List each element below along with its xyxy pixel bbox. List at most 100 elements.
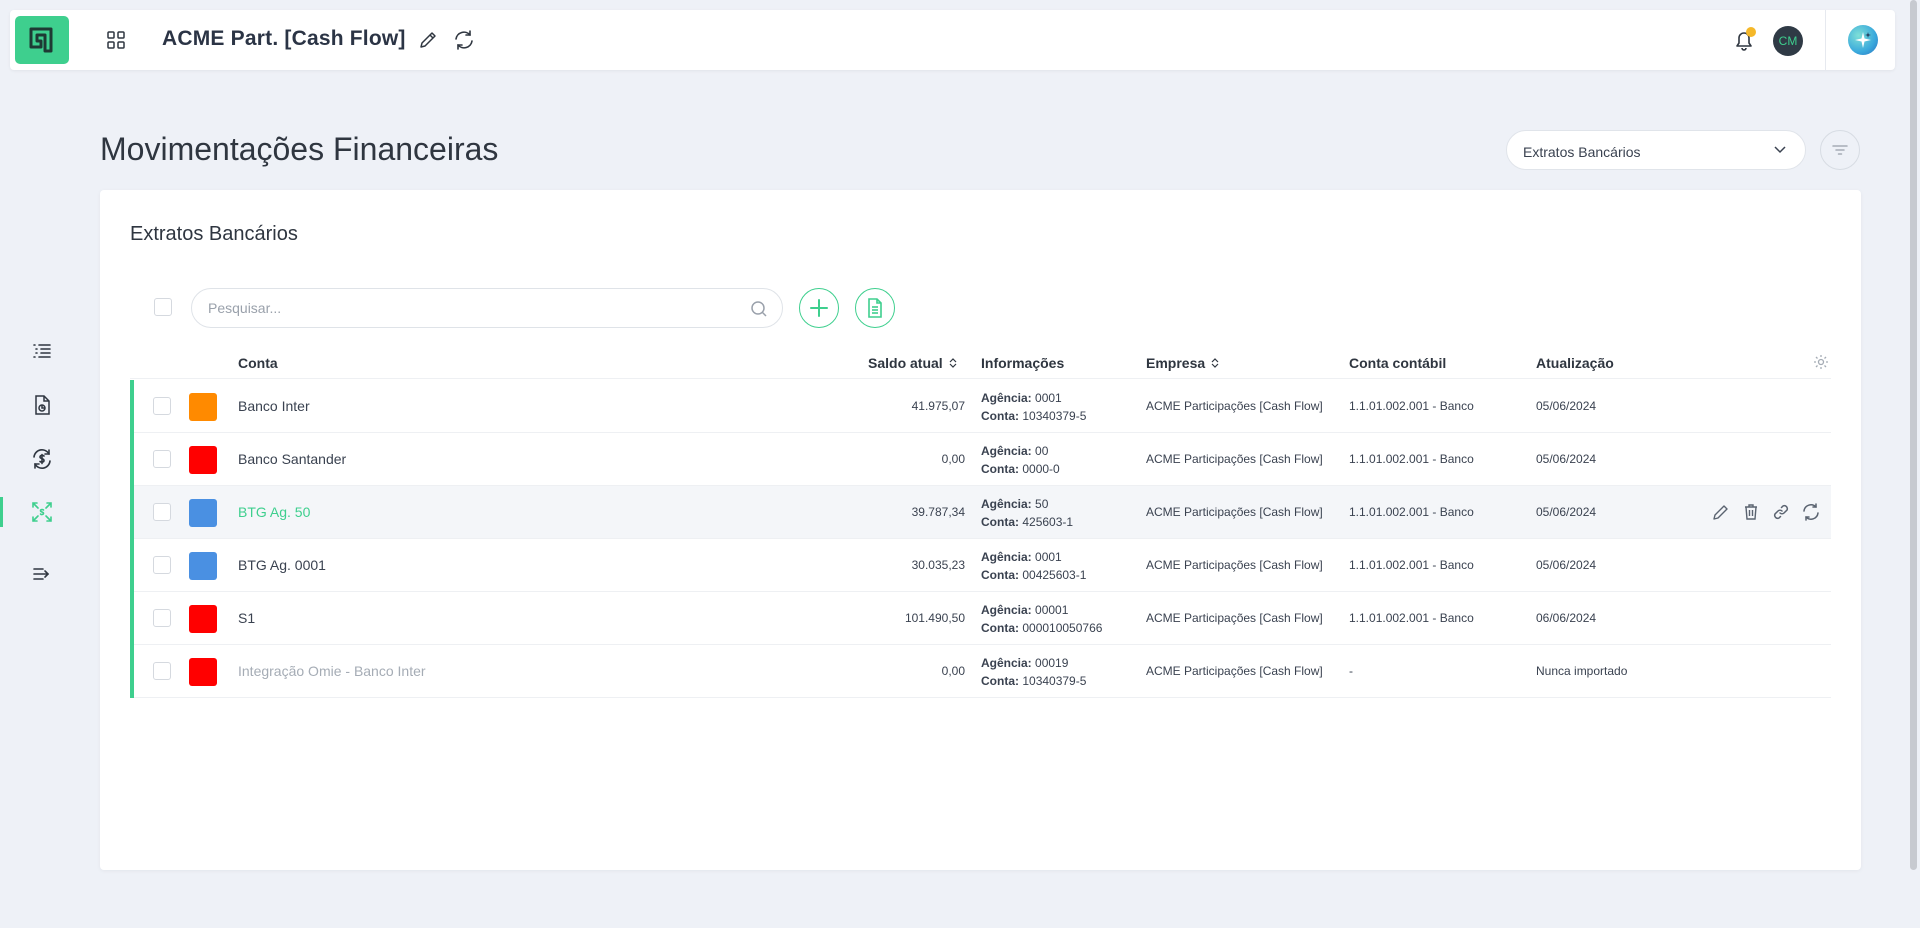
row-checkbox[interactable] xyxy=(153,397,171,415)
page-scrollbar[interactable] xyxy=(1906,0,1920,928)
reconcile-icon[interactable] xyxy=(25,495,59,529)
table-row[interactable]: BTG Ag. 0001 30.035,23 Agência: 0001 Con… xyxy=(130,539,1831,592)
apps-grid-icon[interactable] xyxy=(106,30,126,50)
last-update: 06/06/2024 xyxy=(1536,611,1597,625)
current-balance: 39.787,34 xyxy=(911,505,965,519)
column-header-empresa-label: Empresa xyxy=(1146,355,1206,371)
row-checkbox[interactable] xyxy=(153,503,171,521)
conta-value: 10340379-5 xyxy=(1022,409,1087,423)
select-all-checkbox[interactable] xyxy=(154,298,172,316)
report-icon[interactable] xyxy=(25,388,59,422)
account-name[interactable]: BTG Ag. 0001 xyxy=(238,557,326,573)
view-select-dropdown[interactable]: Extratos Bancários xyxy=(1506,130,1806,170)
column-header-saldo[interactable]: Saldo atual xyxy=(868,355,957,371)
column-header-saldo-label: Saldo atual xyxy=(868,355,943,371)
refresh-icon[interactable] xyxy=(452,29,476,51)
edit-icon[interactable] xyxy=(417,29,439,51)
table-row[interactable]: Banco Santander 0,00 Agência: 00 Conta: … xyxy=(130,433,1831,486)
table-row[interactable]: BTG Ag. 50 39.787,34 Agência: 50 Conta: … xyxy=(130,486,1831,539)
company-name: ACME Participações [Cash Flow] xyxy=(1146,399,1323,413)
row-status-stripe xyxy=(130,592,134,645)
link-icon[interactable] xyxy=(1770,501,1792,523)
sidenav-active-indicator xyxy=(0,497,3,527)
export-report-button[interactable] xyxy=(855,288,895,328)
row-status-stripe xyxy=(130,539,134,592)
column-header-empresa[interactable]: Empresa xyxy=(1146,355,1219,371)
company-name: ACME Participações [Cash Flow] xyxy=(1146,664,1323,678)
current-balance: 101.490,50 xyxy=(904,611,965,625)
sort-icon[interactable] xyxy=(1211,357,1219,369)
row-checkbox[interactable] xyxy=(153,556,171,574)
scrollbar-thumb[interactable] xyxy=(1910,0,1917,870)
app-title: ACME Part. [Cash Flow] xyxy=(162,27,406,50)
ledger-account: - xyxy=(1349,664,1353,678)
company-name: ACME Participações [Cash Flow] xyxy=(1146,505,1323,519)
account-color-swatch xyxy=(189,658,217,686)
conta-label: Conta: xyxy=(981,515,1019,529)
agencia-label: Agência: xyxy=(981,391,1032,405)
row-status-stripe xyxy=(130,380,134,433)
column-settings-gear-icon[interactable] xyxy=(1813,354,1829,370)
search-input[interactable] xyxy=(208,300,738,316)
chevron-down-icon xyxy=(1774,146,1786,154)
refresh-icon[interactable] xyxy=(1800,501,1822,523)
account-name[interactable]: Banco Inter xyxy=(238,398,310,414)
notifications-bell-icon[interactable] xyxy=(1730,26,1758,54)
collapse-menu-icon[interactable] xyxy=(25,557,59,591)
ai-assistant-icon[interactable] xyxy=(1848,25,1878,55)
table-row[interactable]: S1 101.490,50 Agência: 00001 Conta: 0000… xyxy=(130,592,1831,645)
account-name[interactable]: Integração Omie - Banco Inter xyxy=(238,663,426,679)
list-icon[interactable] xyxy=(25,334,59,368)
company-name: ACME Participações [Cash Flow] xyxy=(1146,611,1323,625)
user-avatar[interactable]: CM xyxy=(1773,26,1803,56)
agencia-label: Agência: xyxy=(981,444,1032,458)
column-header-informacoes: Informações xyxy=(981,355,1065,371)
account-color-swatch xyxy=(189,552,217,580)
sort-icon[interactable] xyxy=(949,357,957,369)
column-header-conta-contabil: Conta contábil xyxy=(1349,355,1447,371)
app-logo[interactable] xyxy=(15,16,69,64)
add-button[interactable] xyxy=(799,288,839,328)
card-title: Extratos Bancários xyxy=(130,223,298,245)
last-update: Nunca importado xyxy=(1536,664,1628,678)
table-row[interactable]: Banco Inter 41.975,07 Agência: 0001 Cont… xyxy=(130,380,1831,433)
row-checkbox[interactable] xyxy=(153,662,171,680)
ledger-account: 1.1.01.002.001 - Banco xyxy=(1349,452,1474,466)
current-balance: 0,00 xyxy=(941,664,965,678)
company-name: ACME Participações [Cash Flow] xyxy=(1146,452,1323,466)
table-header: Conta Saldo atual Informações Empresa Co… xyxy=(130,345,1831,379)
account-name[interactable]: Banco Santander xyxy=(238,451,346,467)
ledger-account: 1.1.01.002.001 - Banco xyxy=(1349,399,1474,413)
ledger-account: 1.1.01.002.001 - Banco xyxy=(1349,558,1474,572)
account-info: Agência: 0001 Conta: 10340379-5 xyxy=(981,389,1086,425)
conta-label: Conta: xyxy=(981,462,1019,476)
row-status-stripe xyxy=(130,433,134,486)
conta-label: Conta: xyxy=(981,674,1019,688)
last-update: 05/06/2024 xyxy=(1536,399,1597,413)
search-field[interactable] xyxy=(191,288,783,328)
row-status-stripe xyxy=(130,486,134,539)
ledger-account: 1.1.01.002.001 - Banco xyxy=(1349,611,1474,625)
account-info: Agência: 00019 Conta: 10340379-5 xyxy=(981,654,1086,690)
row-checkbox[interactable] xyxy=(153,450,171,468)
currency-exchange-icon[interactable] xyxy=(25,442,59,476)
account-info: Agência: 50 Conta: 425603-1 xyxy=(981,495,1073,531)
current-balance: 0,00 xyxy=(941,452,965,466)
table-row[interactable]: Integração Omie - Banco Inter 0,00 Agênc… xyxy=(130,645,1831,698)
column-header-conta[interactable]: Conta xyxy=(238,355,278,371)
account-color-swatch xyxy=(189,605,217,633)
row-checkbox[interactable] xyxy=(153,609,171,627)
agencia-label: Agência: xyxy=(981,656,1032,670)
account-name[interactable]: S1 xyxy=(238,610,255,626)
filter-button[interactable] xyxy=(1820,130,1860,170)
conta-value: 10340379-5 xyxy=(1022,674,1087,688)
edit-icon[interactable] xyxy=(1710,501,1732,523)
row-status-stripe xyxy=(130,645,134,698)
document-icon xyxy=(868,298,882,318)
trash-icon[interactable] xyxy=(1740,501,1762,523)
bank-statements-card: Extratos Bancários Conta Saldo atual Inf… xyxy=(100,190,1861,870)
ledger-account: 1.1.01.002.001 - Banco xyxy=(1349,505,1474,519)
search-icon[interactable] xyxy=(750,300,768,318)
account-name[interactable]: BTG Ag. 50 xyxy=(238,504,310,520)
last-update: 05/06/2024 xyxy=(1536,558,1597,572)
